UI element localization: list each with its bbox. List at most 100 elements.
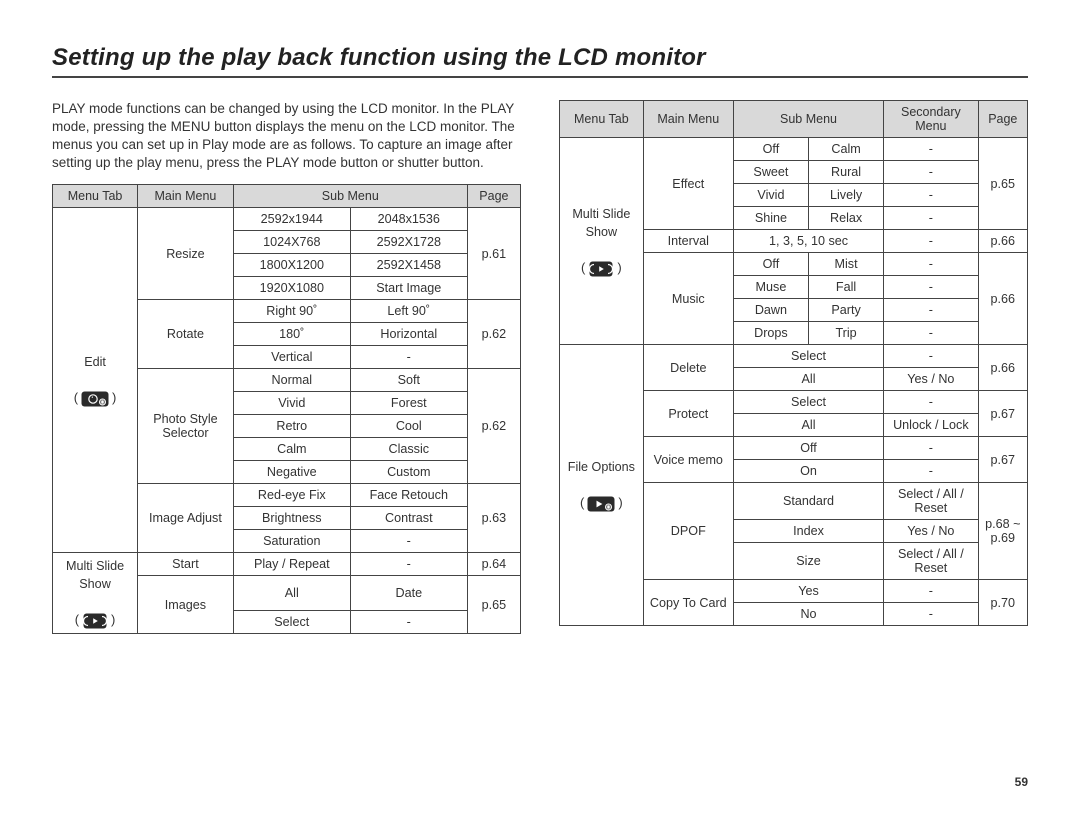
cell: Cool — [350, 415, 467, 438]
cell: Unlock / Lock — [884, 414, 978, 437]
cell: Contrast — [350, 507, 467, 530]
th-page: Page — [978, 101, 1027, 138]
tab-slide-left-label: Multi Slide Show — [66, 559, 124, 591]
cell: No — [733, 603, 883, 626]
cell: Play / Repeat — [233, 553, 350, 576]
cell: Dawn — [733, 299, 808, 322]
cell: Select / All / Reset — [884, 483, 978, 520]
cell: Left 90˚ — [350, 300, 467, 323]
cell: On — [733, 460, 883, 483]
cell: - — [884, 391, 978, 414]
cell: Right 90˚ — [233, 300, 350, 323]
right-column: Menu Tab Main Menu Sub Menu Secondary Me… — [559, 100, 1028, 634]
cell: Off — [733, 138, 808, 161]
page-ref: p.64 — [467, 553, 520, 576]
cell: Brightness — [233, 507, 350, 530]
page-title: Setting up the play back function using … — [52, 44, 1028, 78]
cell: - — [884, 184, 978, 207]
page-ref: p.62 — [467, 369, 520, 484]
cell: All — [233, 576, 350, 611]
cell: Normal — [233, 369, 350, 392]
cell: Yes / No — [884, 520, 978, 543]
main-resize: Resize — [138, 208, 234, 300]
th-main: Main Menu — [138, 185, 234, 208]
tab-edit-label: Edit — [84, 355, 106, 369]
left-table: Menu Tab Main Menu Sub Menu Page Edit ( … — [52, 184, 521, 634]
th-sub: Sub Menu — [733, 101, 883, 138]
main-voice: Voice memo — [643, 437, 733, 483]
page-ref: p.63 — [467, 484, 520, 553]
page-ref: p.61 — [467, 208, 520, 300]
cell: 1920X1080 — [233, 277, 350, 300]
th-page: Page — [467, 185, 520, 208]
cell: Calm — [809, 138, 884, 161]
cell: All — [733, 368, 883, 391]
cell: Fall — [809, 276, 884, 299]
cell: - — [884, 603, 978, 626]
cell: 2048x1536 — [350, 208, 467, 231]
cell: Standard — [733, 483, 883, 520]
cell: - — [884, 580, 978, 603]
cell: - — [884, 138, 978, 161]
main-adjust: Image Adjust — [138, 484, 234, 553]
left-column: PLAY mode functions can be changed by us… — [52, 100, 521, 634]
cell: Retro — [233, 415, 350, 438]
cell: Classic — [350, 438, 467, 461]
cell: - — [884, 322, 978, 345]
tab-file: File Options ( ) — [560, 345, 644, 626]
cell: Trip — [809, 322, 884, 345]
cell: Index — [733, 520, 883, 543]
cell: - — [350, 553, 467, 576]
cell: Sweet — [733, 161, 808, 184]
page-ref: p.68 ~ p.69 — [978, 483, 1027, 580]
intro-text: PLAY mode functions can be changed by us… — [52, 100, 521, 172]
main-protect: Protect — [643, 391, 733, 437]
cell: Red-eye Fix — [233, 484, 350, 507]
cell: Select — [233, 611, 350, 634]
cell: 180˚ — [233, 323, 350, 346]
cell: - — [884, 437, 978, 460]
cell: Face Retouch — [350, 484, 467, 507]
main-delete: Delete — [643, 345, 733, 391]
cell: - — [884, 207, 978, 230]
slideshow-icon — [82, 611, 108, 629]
main-start: Start — [138, 553, 234, 576]
main-rotate: Rotate — [138, 300, 234, 369]
cell: Horizontal — [350, 323, 467, 346]
cell: Select — [733, 345, 883, 368]
cell: Vivid — [733, 184, 808, 207]
cell: Muse — [733, 276, 808, 299]
cell: Mist — [809, 253, 884, 276]
cell: Soft — [350, 369, 467, 392]
cell: Rural — [809, 161, 884, 184]
main-copy: Copy To Card — [643, 580, 733, 626]
cell: Calm — [233, 438, 350, 461]
cell: Start Image — [350, 277, 467, 300]
cell: - — [884, 345, 978, 368]
cell: Date — [350, 576, 467, 611]
cell: Lively — [809, 184, 884, 207]
cell: - — [350, 346, 467, 369]
slideshow-icon — [588, 259, 614, 277]
cell: Negative — [233, 461, 350, 484]
cell: - — [350, 611, 467, 634]
cell: 2592x1944 — [233, 208, 350, 231]
page-ref: p.70 — [978, 580, 1027, 626]
cell: Vivid — [233, 392, 350, 415]
cell: Forest — [350, 392, 467, 415]
page-ref: p.67 — [978, 391, 1027, 437]
cell: 1800X1200 — [233, 254, 350, 277]
cell: - — [884, 460, 978, 483]
cell: All — [733, 414, 883, 437]
main-music: Music — [643, 253, 733, 345]
th-sub: Sub Menu — [233, 185, 467, 208]
th-tab: Menu Tab — [560, 101, 644, 138]
tab-slide-right-label: Multi Slide Show — [572, 207, 630, 239]
cell: 1024X768 — [233, 231, 350, 254]
cell: Select — [733, 391, 883, 414]
cell: Off — [733, 437, 883, 460]
edit-icon — [81, 389, 109, 407]
cell: 2592X1728 — [350, 231, 467, 254]
tab-file-label: File Options — [568, 460, 635, 474]
th-sec: Secondary Menu — [884, 101, 978, 138]
